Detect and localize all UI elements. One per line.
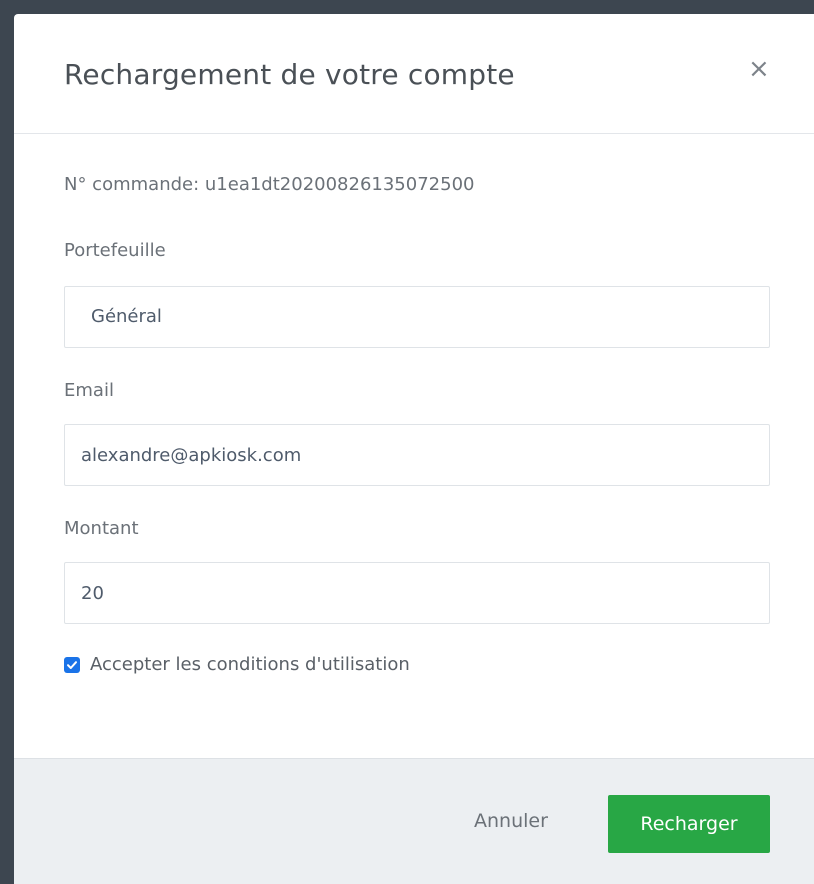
portfolio-selected-value: Général — [91, 306, 162, 327]
amount-field[interactable] — [64, 562, 770, 624]
modal-header: Rechargement de votre compte × — [14, 14, 814, 134]
email-field[interactable] — [64, 424, 770, 486]
close-icon[interactable]: × — [748, 56, 770, 82]
order-number: N° commande: u1ea1dt20200826135072500 — [64, 174, 475, 195]
checkmark-icon — [67, 660, 77, 669]
email-label: Email — [64, 380, 114, 401]
portfolio-label: Portefeuille — [64, 240, 166, 261]
terms-row: Accepter les conditions d'utilisation — [64, 654, 410, 675]
terms-checkbox[interactable] — [64, 656, 80, 673]
modal-footer: Annuler Recharger — [14, 758, 814, 884]
recharge-button[interactable]: Recharger — [608, 795, 770, 853]
recharge-modal: Rechargement de votre compte × N° comman… — [14, 14, 814, 884]
cancel-button[interactable]: Annuler — [468, 809, 554, 833]
modal-body: N° commande: u1ea1dt20200826135072500 Po… — [14, 134, 814, 758]
portfolio-select[interactable]: Général — [64, 286, 770, 348]
terms-label[interactable]: Accepter les conditions d'utilisation — [90, 654, 410, 675]
modal-title: Rechargement de votre compte — [64, 58, 515, 91]
amount-label: Montant — [64, 518, 139, 539]
